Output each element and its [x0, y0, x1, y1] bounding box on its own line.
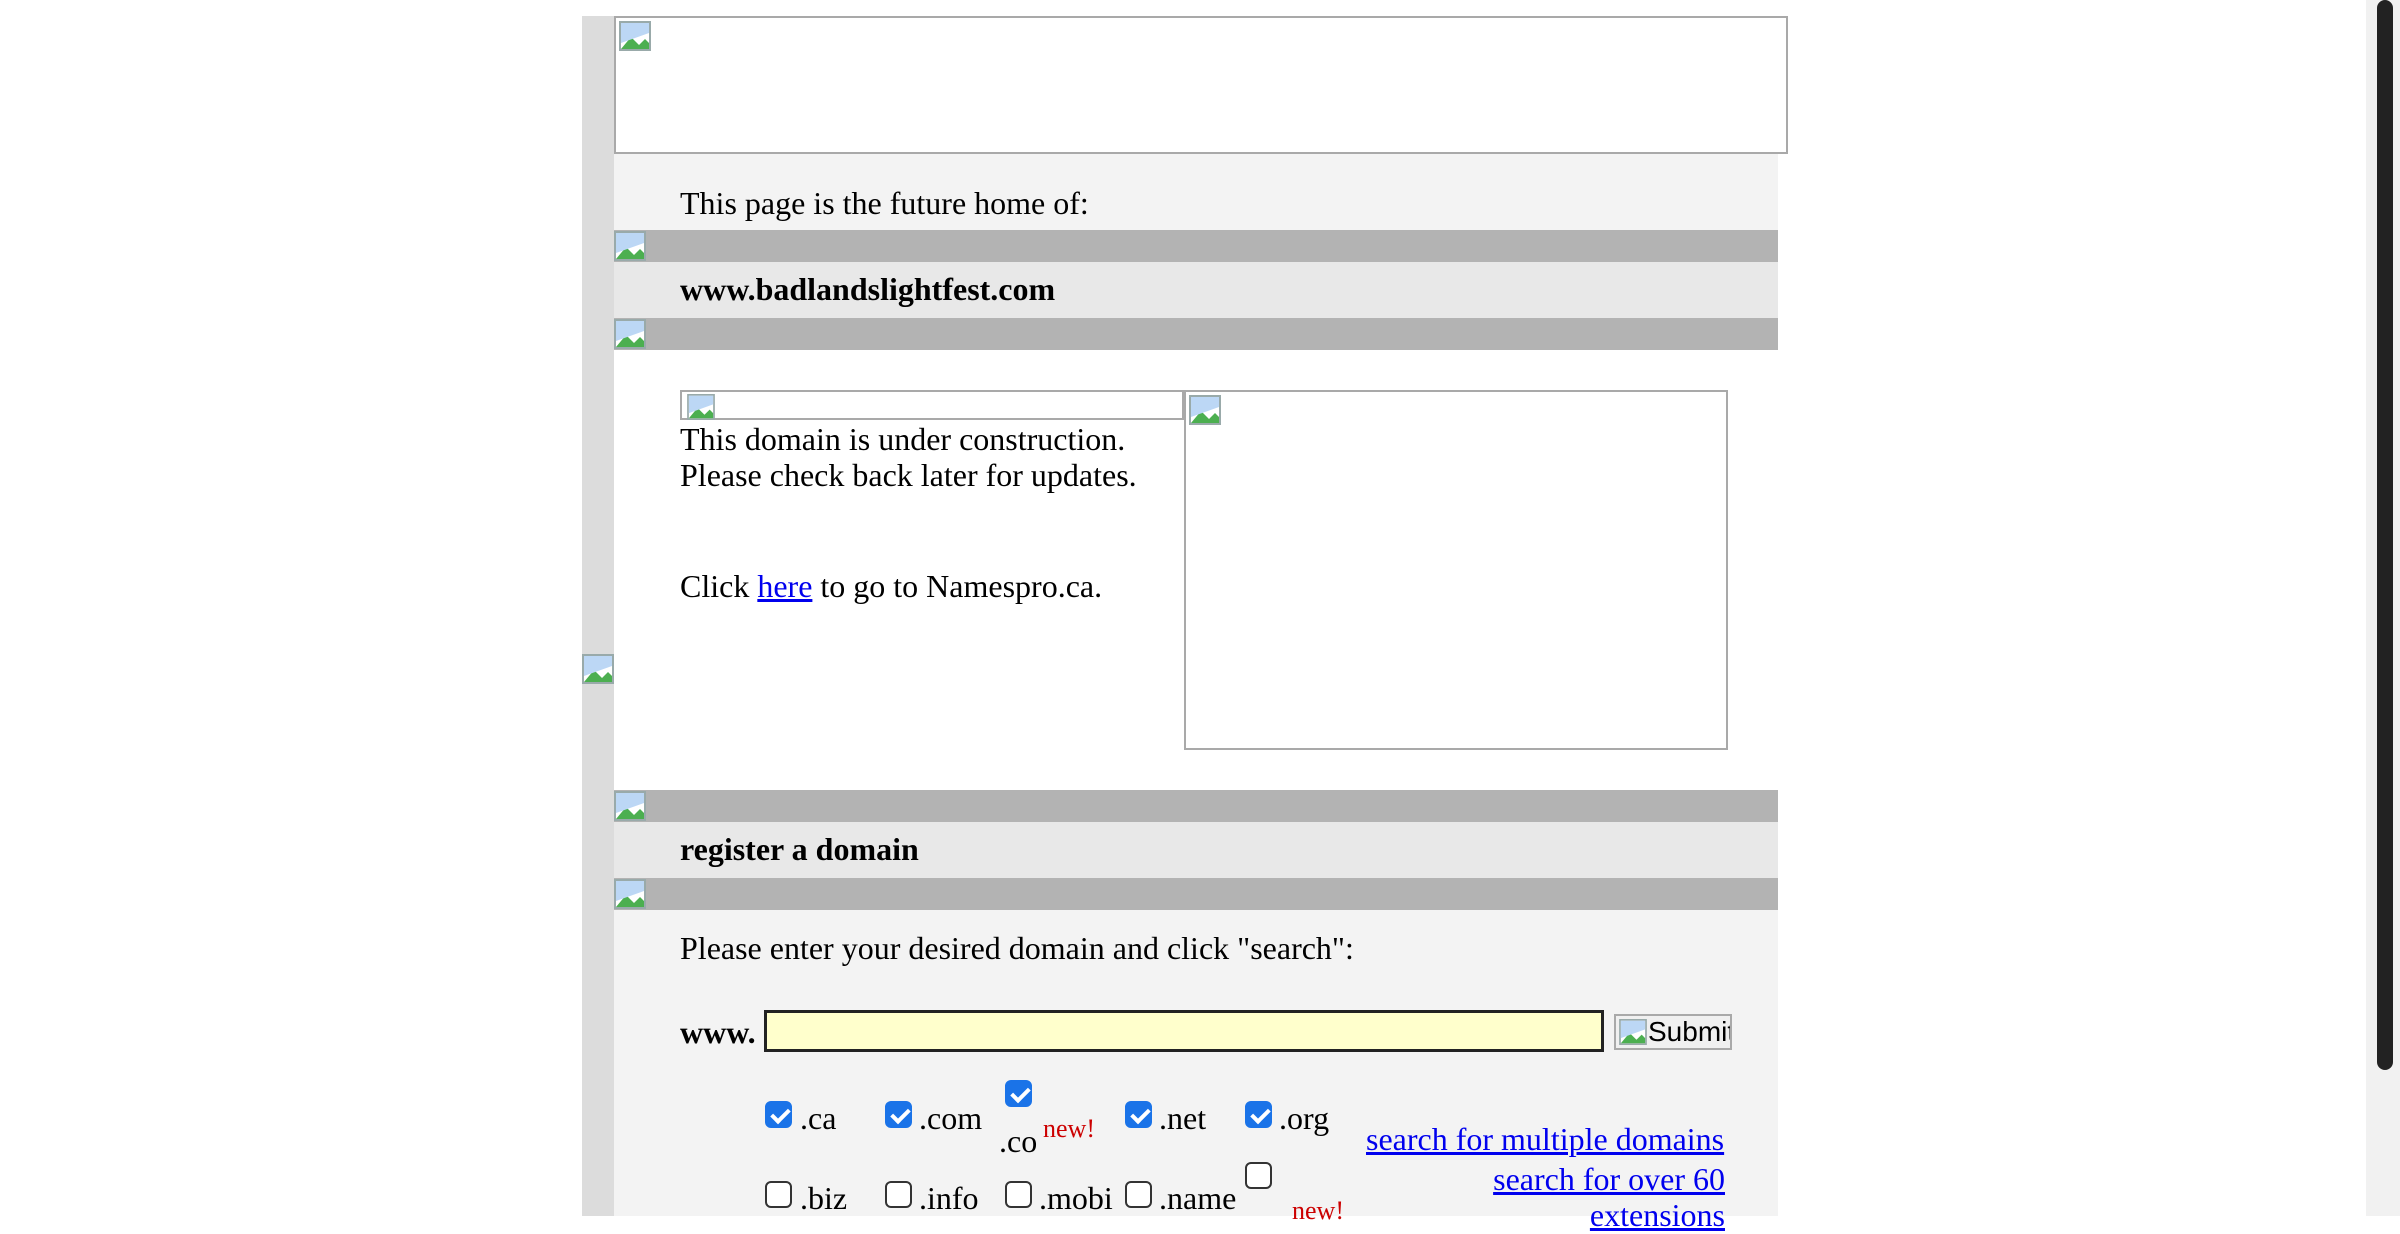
- checkbox-mobi[interactable]: [1005, 1181, 1032, 1208]
- search-over-60-line-2: extensions: [1589, 1197, 1725, 1233]
- broken-image-icon: [614, 791, 646, 821]
- extension-label-co: .co: [999, 1123, 1038, 1159]
- extension-label-org: .org: [1279, 1100, 1330, 1136]
- here-link[interactable]: here: [757, 568, 812, 604]
- submit-button[interactable]: Submit: [1614, 1014, 1732, 1050]
- checkbox-com[interactable]: [885, 1101, 912, 1128]
- construction-line-1: This domain is under construction.: [680, 421, 1126, 457]
- search-multiple-domains-link[interactable]: search for multiple domains: [1366, 1120, 1724, 1158]
- click-suffix: to go to Namespro.ca.: [820, 568, 1103, 604]
- separator-image: [614, 878, 646, 910]
- broken-image-icon: [614, 231, 646, 261]
- domain-name: www.badlandslightfest.com: [680, 271, 1056, 307]
- extension-label-name: .name: [1159, 1180, 1237, 1216]
- separator-image: [614, 230, 646, 262]
- checkbox-new-extension[interactable]: [1245, 1162, 1272, 1189]
- new-badge-extension: new!: [1292, 1196, 1344, 1225]
- checkbox-org[interactable]: [1245, 1101, 1272, 1128]
- construction-side-image: [1184, 390, 1728, 750]
- broken-image-icon: [582, 654, 614, 684]
- broken-image-icon: [1619, 1019, 1647, 1045]
- new-badge-co: new!: [1043, 1114, 1095, 1143]
- future-home-text: This page is the future home of:: [680, 185, 1089, 221]
- checkbox-ca[interactable]: [765, 1101, 792, 1128]
- checkbox-net[interactable]: [1125, 1101, 1152, 1128]
- broken-image-icon: [1189, 395, 1221, 425]
- www-label: www.: [680, 1014, 756, 1050]
- register-heading: register a domain: [680, 831, 919, 867]
- separator-bar: [614, 790, 1778, 822]
- search-over-60-link[interactable]: search for over 60: [1493, 1160, 1725, 1198]
- separator-bar: [614, 230, 1778, 262]
- left-strip-image: [582, 654, 614, 690]
- extension-label-com: .com: [919, 1100, 983, 1136]
- scrollbar-thumb[interactable]: [2377, 0, 2393, 1070]
- checkbox-info[interactable]: [885, 1181, 912, 1208]
- submit-label: Submit: [1648, 1016, 1732, 1047]
- domain-search-input[interactable]: [764, 1010, 1604, 1052]
- click-prefix: Click: [680, 568, 750, 604]
- extension-label-net: .net: [1159, 1100, 1207, 1136]
- broken-image-icon: [614, 319, 646, 349]
- construction-header-image: [680, 390, 1184, 420]
- separator-image: [614, 790, 646, 822]
- construction-line-2: Please check back later for updates.: [680, 457, 1137, 493]
- extension-label-biz: .biz: [800, 1180, 848, 1216]
- checkbox-name[interactable]: [1125, 1181, 1152, 1208]
- search-over-60-link-continued[interactable]: extensions: [1585, 1196, 1725, 1234]
- search-instructions: Please enter your desired domain and cli…: [680, 930, 1354, 966]
- broken-image-icon: [687, 394, 715, 420]
- separator-bar: [614, 318, 1778, 350]
- extension-label-mobi: .mobi: [1039, 1180, 1113, 1216]
- click-here-sentence: Click here to go to Namespro.ca.: [680, 567, 1102, 605]
- left-sidebar-strip: [582, 16, 614, 1216]
- header-banner-image: [614, 16, 1788, 154]
- separator-image: [614, 318, 646, 350]
- checkbox-co[interactable]: [1005, 1080, 1032, 1107]
- extension-label-ca: .ca: [800, 1100, 837, 1136]
- broken-image-icon: [619, 21, 651, 51]
- search-over-60-line-1: search for over 60: [1493, 1161, 1725, 1197]
- checkbox-biz[interactable]: [765, 1181, 792, 1208]
- separator-bar: [614, 878, 1778, 910]
- broken-image-icon: [614, 879, 646, 909]
- extension-label-info: .info: [919, 1180, 979, 1216]
